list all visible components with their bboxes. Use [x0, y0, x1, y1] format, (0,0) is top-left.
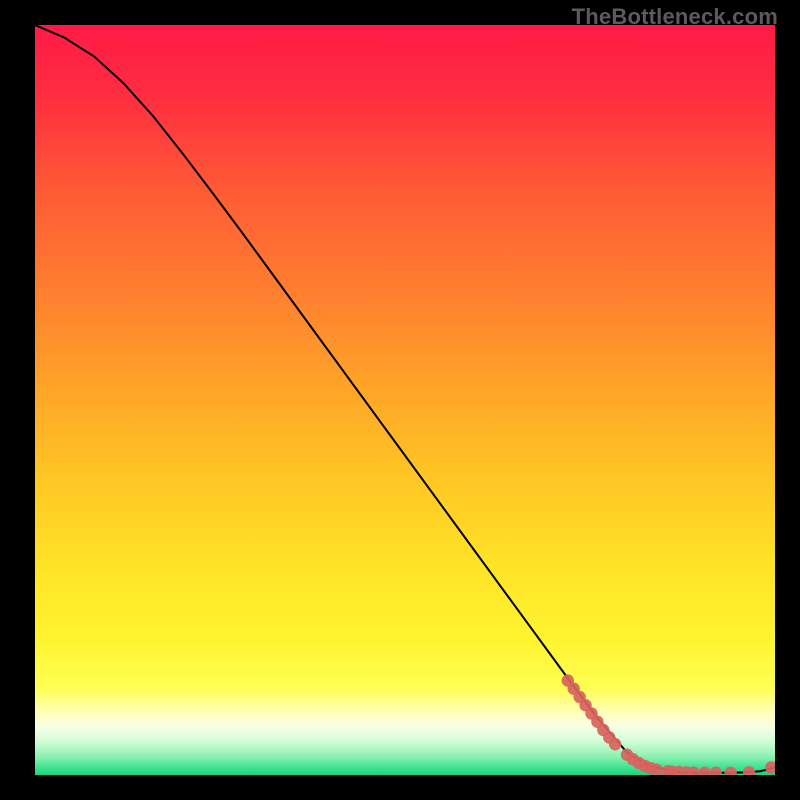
data-point — [609, 738, 621, 750]
chart-stage: TheBottleneck.com — [0, 0, 800, 800]
chart-svg — [35, 25, 775, 775]
chart-background — [35, 25, 775, 775]
plot-area — [35, 25, 775, 775]
